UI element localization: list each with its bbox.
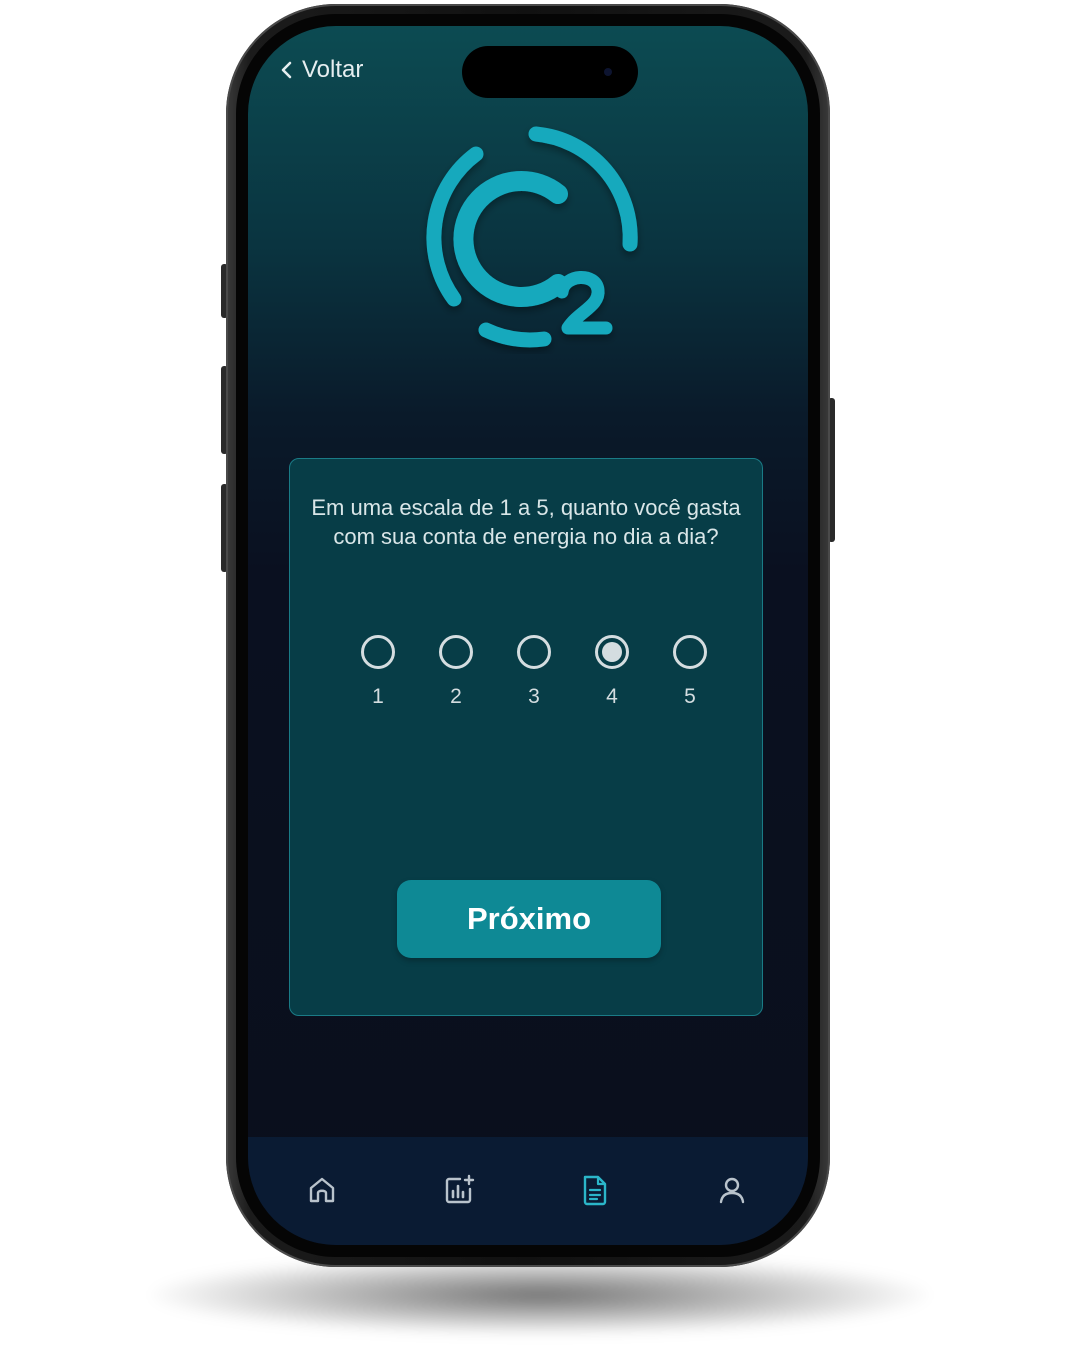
tab-profile[interactable] (707, 1167, 757, 1217)
radio-button[interactable] (361, 635, 395, 669)
home-icon (306, 1174, 338, 1211)
radio-button-selected[interactable] (595, 635, 629, 669)
rating-label: 1 (372, 685, 384, 708)
dynamic-island (462, 46, 638, 98)
rating-option-2[interactable]: 2 (426, 635, 486, 709)
bottom-tab-bar (248, 1137, 808, 1245)
mockup-stage: Voltar Em uma escala de 1 a 5, quanto vo… (0, 0, 1080, 1350)
radio-button[interactable] (673, 635, 707, 669)
floor-shadow (150, 1255, 930, 1335)
chevron-left-icon (280, 60, 294, 80)
rating-label: 3 (528, 685, 540, 708)
camera-icon (604, 68, 612, 76)
phone-frame: Voltar Em uma escala de 1 a 5, quanto vo… (226, 4, 830, 1267)
rating-option-1[interactable]: 1 (348, 635, 408, 709)
back-label: Voltar (302, 56, 364, 83)
tab-questionnaire[interactable] (570, 1167, 620, 1217)
rating-label: 5 (684, 685, 696, 708)
question-card: Em uma escala de 1 a 5, quanto você gast… (289, 458, 763, 1016)
rating-label: 4 (606, 685, 618, 708)
rating-option-3[interactable]: 3 (504, 635, 564, 709)
chart-add-icon (442, 1173, 476, 1212)
user-icon (716, 1174, 748, 1211)
back-button[interactable]: Voltar (280, 56, 363, 84)
question-text: Em uma escala de 1 a 5, quanto você gast… (311, 495, 741, 549)
c2-logo-icon (418, 124, 648, 354)
rating-option-5[interactable]: 5 (660, 635, 720, 709)
radio-button[interactable] (439, 635, 473, 669)
rating-option-4[interactable]: 4 (582, 635, 642, 709)
rating-scale: 1 2 3 4 5 (290, 635, 762, 725)
rating-label: 2 (450, 685, 462, 708)
app-screen: Voltar Em uma escala de 1 a 5, quanto vo… (248, 26, 808, 1245)
tab-reports[interactable] (434, 1167, 484, 1217)
tab-home[interactable] (297, 1167, 347, 1217)
document-icon (580, 1173, 610, 1212)
radio-button[interactable] (517, 635, 551, 669)
next-button[interactable]: Próximo (397, 880, 661, 958)
